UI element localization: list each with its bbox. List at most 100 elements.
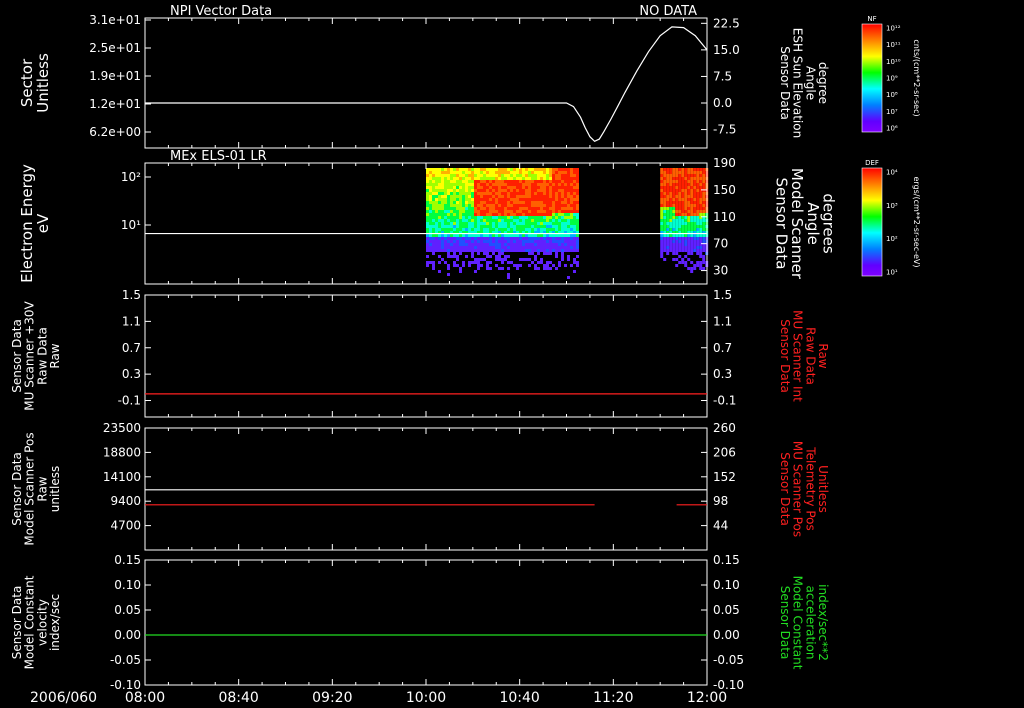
spectrogram-cell (546, 237, 549, 240)
spectrogram-cell (576, 216, 579, 219)
spectrogram-cell (564, 192, 567, 195)
spectrogram-cell (675, 258, 679, 261)
spectrogram-cell (546, 174, 549, 177)
spectrogram-cell (573, 168, 576, 171)
spectrogram-cell (426, 216, 429, 219)
spectrogram-cell (561, 210, 564, 213)
spectrogram-cell (567, 228, 570, 231)
spectrogram-cell (462, 234, 465, 237)
spectrogram-cell (450, 216, 453, 219)
spectrogram-cell (690, 195, 694, 198)
spectrogram-cell (555, 234, 558, 237)
spectrogram-cell (474, 246, 477, 249)
spectrogram-cell (498, 192, 501, 195)
spectrogram-cell (444, 201, 447, 204)
spectrogram-cell (552, 207, 555, 210)
spectrogram-cell (495, 195, 498, 198)
spectrogram-cell (513, 222, 516, 225)
spectrogram-cell (552, 168, 555, 171)
spectrogram-cell (429, 222, 432, 225)
spectrogram-cell (492, 177, 495, 180)
spectrogram-cell (462, 225, 465, 228)
spectrogram-cell (546, 186, 549, 189)
spectrogram-cell (441, 213, 444, 216)
spectrogram-cell (444, 225, 447, 228)
spectrogram-cell (531, 198, 534, 201)
spectrogram-cell (498, 228, 501, 231)
spectrogram-cell (432, 249, 435, 252)
left-tick-label: 1.1 (122, 314, 141, 328)
spectrogram-cell (702, 201, 706, 204)
spectrogram-cell (558, 207, 561, 210)
spectrogram-cell (543, 210, 546, 213)
spectrogram-cell (573, 180, 576, 183)
spectrogram-cell (456, 189, 459, 192)
spectrogram-cell (525, 171, 528, 174)
spectrogram-cell (693, 216, 697, 219)
spectrogram-cell (702, 180, 706, 183)
colorbar-tick-label: 10¹² (886, 25, 901, 33)
spectrogram-cell (690, 261, 694, 264)
spectrogram-cell (441, 198, 444, 201)
sector-panel: 3.1e+012.5e+011.9e+011.2e+016.2e+0022.51… (18, 4, 830, 149)
spectrogram-cell (660, 246, 664, 249)
spectrogram-cell (507, 225, 510, 228)
spectrogram-cell (471, 192, 474, 195)
spectrogram-cell (465, 189, 468, 192)
spectrogram-cell (540, 180, 543, 183)
spectrogram-cell (483, 183, 486, 186)
time-tick-label: 12:00 (687, 690, 727, 706)
spectrogram-cell (669, 171, 673, 174)
spectrogram-cell (534, 186, 537, 189)
spectrogram-cell (486, 186, 489, 189)
spectrogram-cell (462, 264, 465, 267)
spectrogram-cell (552, 216, 555, 219)
spectrogram-cell (564, 198, 567, 201)
spectrogram-cell (441, 216, 444, 219)
spectrogram-cell (573, 219, 576, 222)
spectrogram-cell (564, 246, 567, 249)
spectrogram-cell (672, 219, 676, 222)
spectrogram-cell (684, 192, 688, 195)
spectrogram-cell (684, 171, 688, 174)
spectrogram-cell (498, 189, 501, 192)
spectrogram-cell (504, 186, 507, 189)
spectrogram-cell (507, 210, 510, 213)
spectrogram-cell (528, 216, 531, 219)
spectrogram-cell (519, 180, 522, 183)
spectrogram-cell (555, 252, 558, 255)
spectrogram-cell (453, 180, 456, 183)
spectrogram-cell (459, 174, 462, 177)
spectrogram-cell (429, 198, 432, 201)
spectrogram-cell (504, 195, 507, 198)
spectrogram-cell (540, 183, 543, 186)
spectrogram-cell (543, 216, 546, 219)
spectrogram-cell (672, 189, 676, 192)
spectrogram-cell (573, 183, 576, 186)
spectrogram-cell (549, 192, 552, 195)
spectrogram-cell (531, 204, 534, 207)
spectrogram-cell (507, 213, 510, 216)
spectrogram-cell (537, 261, 540, 264)
spectrogram-cell (486, 249, 489, 252)
spectrogram-cell (471, 240, 474, 243)
spectrogram-cell (441, 171, 444, 174)
spectrogram-cell (684, 201, 688, 204)
spectrogram-cell (663, 213, 667, 216)
spectrogram-cell (480, 264, 483, 267)
spectrogram-cell (537, 174, 540, 177)
spectrogram-cell (492, 192, 495, 195)
spectrogram-cell (474, 189, 477, 192)
spectrogram-cell (438, 246, 441, 249)
spectrogram-cell (669, 198, 673, 201)
spectrogram-cell (546, 264, 549, 267)
spectrogram-cell (429, 240, 432, 243)
spectrogram-cell (696, 225, 700, 228)
spectrogram-cell (462, 240, 465, 243)
spectrogram-cell (675, 192, 679, 195)
spectrogram-cell (507, 234, 510, 237)
spectrogram-cell (696, 189, 700, 192)
spectrogram-cell (429, 192, 432, 195)
spectrogram-cell (534, 195, 537, 198)
spectrogram-cell (513, 186, 516, 189)
